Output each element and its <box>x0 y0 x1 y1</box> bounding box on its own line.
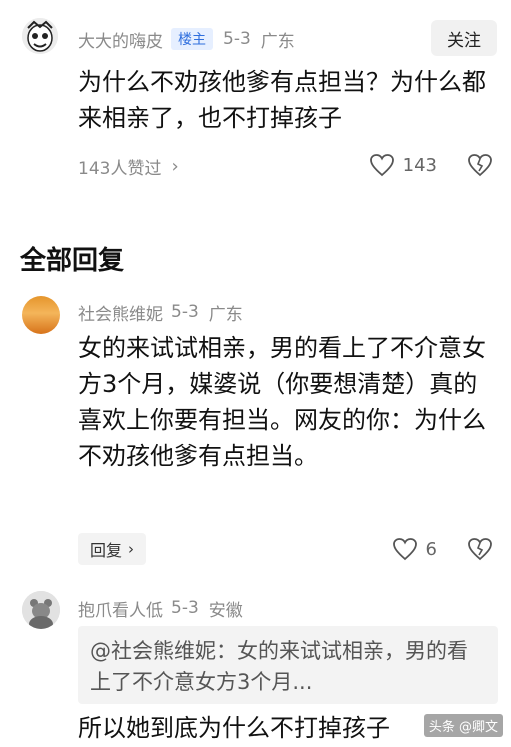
avatar[interactable] <box>22 591 60 629</box>
author-name[interactable]: 大大的嗨皮 <box>78 27 163 52</box>
watermark: 头条 @卿文 <box>423 714 503 737</box>
author-name[interactable]: 抱爪看人低 <box>78 596 163 621</box>
comment-date: 5-3 <box>171 598 199 618</box>
comment-actions: 6 <box>392 534 493 564</box>
author-name[interactable]: 社会熊维妮 <box>78 300 163 325</box>
follow-button[interactable]: 关注 <box>431 20 497 56</box>
comment-meta: 社会熊维妮 5-3 广东 <box>78 300 243 325</box>
reply-button[interactable]: 回复 › <box>78 533 147 565</box>
broken-heart-icon <box>467 153 493 177</box>
chevron-right-icon: › <box>128 540 135 558</box>
likes-summary-text: 143人赞过 <box>78 159 162 179</box>
comment-date: 5-3 <box>171 302 199 322</box>
like-count: 143 <box>402 154 437 176</box>
like-button[interactable]: 143 <box>369 153 467 177</box>
likes-summary-link[interactable]: 143人赞过 › <box>78 154 179 179</box>
like-button[interactable]: 6 <box>392 537 467 561</box>
comment-location: 安徽 <box>208 600 243 621</box>
meme-face-icon <box>22 18 58 54</box>
post-location: 广东 <box>260 31 295 52</box>
broken-heart-icon <box>467 537 493 561</box>
reply-label: 回复 <box>90 541 123 560</box>
comment-text: 女的来试试相亲，男的看上了不介意女方3个月，媒婆说（你要想清楚）真的喜欢上你要有… <box>78 334 486 470</box>
quoted-reply[interactable]: @社会熊维妮：女的来试试相亲，男的看上了不介意女方3个月... <box>78 626 498 704</box>
dislike-button[interactable] <box>467 153 493 177</box>
comment-location: 广东 <box>208 304 243 325</box>
section-title: 全部回复 <box>20 246 125 276</box>
avatar[interactable] <box>22 296 60 334</box>
like-count: 6 <box>425 538 437 560</box>
avatar[interactable] <box>22 18 58 54</box>
post-text: 为什么不劝孩他爹有点担当？为什么都来相亲了，也不打掉孩子 <box>78 68 486 132</box>
comment-text: 所以她到底为什么不打掉孩子 <box>78 714 390 742</box>
post-actions: 143 <box>369 150 493 180</box>
chevron-right-icon: › <box>171 156 179 177</box>
heart-icon <box>369 153 395 177</box>
post-meta: 大大的嗨皮 楼主 5-3 广东 <box>78 26 295 52</box>
comment-meta: 抱爪看人低 5-3 安徽 <box>78 596 243 621</box>
heart-icon <box>392 537 418 561</box>
original-post: 大大的嗨皮 楼主 5-3 广东 关注 为什么不劝孩他爹有点担当？为什么都来相亲了… <box>0 0 511 200</box>
bear-icon <box>22 591 60 629</box>
dislike-button[interactable] <box>467 537 493 561</box>
post-date: 5-3 <box>223 29 251 49</box>
op-badge: 楼主 <box>171 28 213 50</box>
